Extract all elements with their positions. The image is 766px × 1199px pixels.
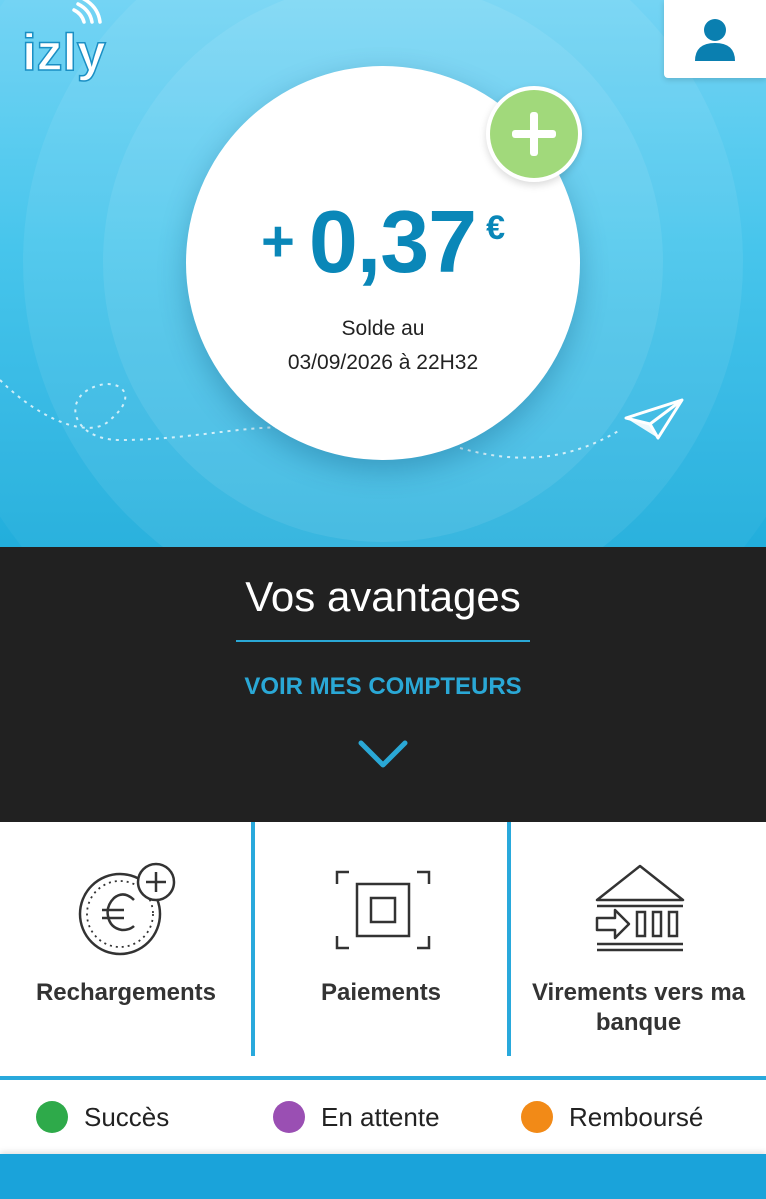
svg-text:izly: izly [22, 24, 106, 82]
advantages-divider [236, 640, 530, 642]
bank-transfer-label: Virements vers ma banque [531, 979, 746, 1036]
balance-date-label: Solde au 03/09/2026 à 22H32 [186, 312, 580, 380]
advantages-panel: Vos avantages VOIR MES COMPTEURS [0, 547, 766, 822]
advantages-title: Vos avantages [245, 573, 521, 620]
bank-transfer-icon [595, 864, 685, 952]
recharges-button[interactable]: Rechargements [0, 822, 252, 1056]
actions-grid: Rechargements Paiements Virements vers m… [0, 822, 766, 1080]
legend-item-pending: En attente [273, 1080, 440, 1154]
balance-label-line2: 03/09/2026 à 22H32 [287, 351, 479, 374]
balance-amount: + 0,37 € [186, 194, 580, 290]
paper-plane-icon [624, 398, 684, 440]
euro-coin-plus-icon [78, 862, 176, 956]
legend-label: Succès [84, 1101, 170, 1132]
izly-logo: izly [21, 0, 107, 83]
user-icon [695, 19, 735, 61]
legend-item-success: Succès [36, 1080, 169, 1154]
view-counters-link[interactable]: VOIR MES COMPTEURS [0, 671, 766, 703]
scan-frame-icon [335, 870, 431, 950]
balance-sign: + [260, 209, 295, 274]
balance-label-line1: Solde au [341, 317, 425, 340]
add-button-circle [490, 90, 578, 178]
status-legend: Succès En attente Remboursé [0, 1080, 766, 1154]
legend-label: Remboursé [569, 1101, 704, 1132]
payments-label: Paiements [320, 979, 442, 1006]
recharges-label: Rechargements [35, 979, 217, 1006]
legend-dot-pending [273, 1101, 305, 1133]
chevron-down-icon[interactable] [357, 737, 409, 771]
legend-item-refunded: Remboursé [521, 1080, 703, 1154]
legend-label: En attente [321, 1101, 440, 1132]
balance-currency: € [486, 209, 506, 247]
balance-hero: izly + 0,37 € Solde au 03/09/2026 à 22H3… [0, 0, 766, 547]
plus-icon [512, 112, 556, 156]
bottom-bar [0, 1154, 766, 1199]
legend-dot-success [36, 1101, 68, 1133]
add-funds-button[interactable] [486, 86, 582, 182]
payments-button[interactable]: Paiements [255, 822, 507, 1056]
balance-value: 0,37 [308, 192, 477, 291]
legend-dot-refunded [521, 1101, 553, 1133]
profile-button[interactable] [664, 0, 766, 78]
bank-transfer-button[interactable]: Virements vers ma banque [511, 822, 766, 1056]
